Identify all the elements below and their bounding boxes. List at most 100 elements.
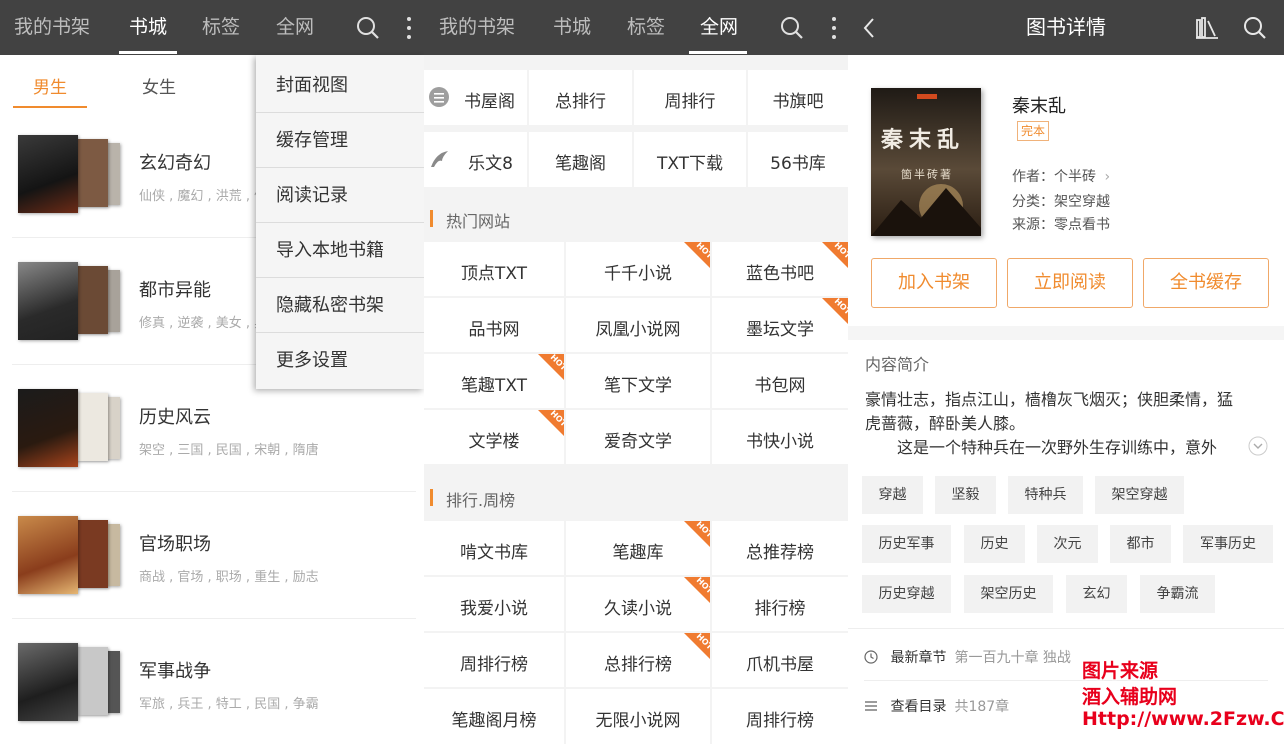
site-item[interactable]: TXT下载	[634, 132, 746, 187]
site-item[interactable]: 文学楼 HOT	[424, 410, 564, 464]
tag[interactable]: 历史	[964, 525, 1025, 563]
tag[interactable]: 历史军事	[862, 525, 951, 563]
site-item[interactable]: 蓝色书吧 HOT	[712, 242, 848, 296]
menu-item-cover-view[interactable]: 封面视图	[256, 58, 424, 113]
tag[interactable]: 穿越	[862, 476, 923, 514]
site-item[interactable]: 爱奇文学	[566, 410, 710, 464]
expand-chevron-icon[interactable]	[1248, 436, 1268, 456]
site-item[interactable]: 周排行	[634, 70, 746, 125]
hot-badge: HOT	[538, 354, 564, 380]
clock-icon	[864, 650, 878, 664]
category-row[interactable]: 官场职场 商战 , 官场 , 职场 , 重生 , 励志	[0, 492, 424, 619]
tag[interactable]: 争霸流	[1140, 575, 1215, 613]
hot-badge: HOT	[684, 521, 710, 547]
tag[interactable]: 历史穿越	[862, 575, 951, 613]
tab-my-shelf[interactable]: 我的书架	[439, 0, 515, 55]
author-row[interactable]: 作者：个半砖 ›	[1012, 166, 1110, 186]
book-cover: 秦末乱 箇半砖著	[871, 88, 981, 236]
category-title: 玄幻奇幻	[139, 153, 211, 174]
site-item[interactable]: 书旗吧	[748, 70, 848, 125]
category-covers	[18, 262, 120, 340]
site-item[interactable]: 品书网	[424, 298, 564, 352]
tag[interactable]: 架空历史	[964, 575, 1053, 613]
tag[interactable]: 架空穿越	[1095, 476, 1184, 514]
site-item[interactable]: 千千小说 HOT	[566, 242, 710, 296]
tab-bookstore[interactable]: 书城	[129, 0, 167, 55]
cache-all-button[interactable]: 全书缓存	[1143, 258, 1269, 308]
site-item[interactable]: 周排行榜	[712, 689, 848, 744]
latest-chapter-row[interactable]: 最新章节 第一百九十章 独战	[864, 647, 1071, 667]
site-item[interactable]: 爪机书屋	[712, 633, 848, 687]
search-icon[interactable]	[355, 15, 381, 41]
site-item[interactable]: 笔下文学	[566, 354, 710, 408]
tab-all-web[interactable]: 全网	[276, 0, 314, 55]
tab-my-shelf[interactable]: 我的书架	[14, 0, 90, 55]
tab-tags[interactable]: 标签	[627, 0, 665, 55]
site-item[interactable]: 56书库	[748, 132, 848, 187]
intro-title: 内容简介	[865, 355, 930, 374]
site-item[interactable]: 无限小说网	[566, 689, 710, 744]
more-vertical-icon[interactable]	[829, 15, 839, 41]
site-item[interactable]: 总推荐榜	[712, 521, 848, 575]
site-item[interactable]: 总排行榜 HOT	[566, 633, 710, 687]
tab-male[interactable]: 男生	[33, 73, 67, 98]
category-covers	[18, 135, 120, 213]
shuwuge-logo-icon	[429, 87, 449, 107]
tag[interactable]: 特种兵	[1008, 476, 1083, 514]
site-item[interactable]: 乐文8	[424, 132, 527, 187]
site-item[interactable]: 笔趣TXT HOT	[424, 354, 564, 408]
site-item[interactable]: 笔趣库 HOT	[566, 521, 710, 575]
category-row[interactable]: 军事战争 军旅 , 兵王 , 特工 , 民国 , 争霸	[0, 619, 424, 744]
hot-badge: HOT	[538, 410, 564, 436]
tag[interactable]: 玄幻	[1066, 575, 1127, 613]
more-vertical-icon[interactable]	[404, 15, 414, 41]
site-item[interactable]: 我爱小说	[424, 577, 564, 631]
search-icon[interactable]	[1242, 15, 1268, 41]
detail-top-bar: 图书详情	[848, 0, 1284, 55]
add-to-shelf-button[interactable]: 加入书架	[871, 258, 997, 308]
site-item[interactable]: 书包网	[712, 354, 848, 408]
site-item[interactable]: 书屋阁	[424, 70, 527, 125]
source-row: 来源：零点看书	[1012, 217, 1110, 233]
tab-tags[interactable]: 标签	[202, 0, 240, 55]
site-item[interactable]: 墨坛文学 HOT	[712, 298, 848, 352]
tab-female[interactable]: 女生	[142, 73, 176, 98]
site-item[interactable]: 周排行榜	[424, 633, 564, 687]
category-title: 历史风云	[139, 407, 211, 428]
site-item[interactable]: 凤凰小说网	[566, 298, 710, 352]
tab-all-web[interactable]: 全网	[700, 0, 738, 55]
menu-item-import-local[interactable]: 导入本地书籍	[256, 223, 424, 278]
hot-badge: HOT	[684, 242, 710, 268]
read-now-button[interactable]: 立即阅读	[1007, 258, 1133, 308]
tag[interactable]: 次元	[1037, 525, 1098, 563]
category-title: 官场职场	[139, 534, 211, 555]
hot-badge: HOT	[684, 633, 710, 659]
watermark-line: Http://www.2Fzw.Cn	[1082, 708, 1284, 730]
top-navigation-bar: 我的书架 书城 标签 全网	[0, 0, 424, 55]
menu-item-hide-private-shelf[interactable]: 隐藏私密书架	[256, 278, 424, 333]
lewen-logo-icon	[431, 151, 448, 167]
category-subtitle: 军旅 , 兵王 , 特工 , 民国 , 争霸	[139, 697, 319, 712]
site-item[interactable]: 顶点TXT	[424, 242, 564, 296]
tab-bookstore[interactable]: 书城	[553, 0, 591, 55]
category-title: 都市异能	[139, 280, 211, 301]
site-item[interactable]: 总排行	[529, 70, 632, 125]
library-icon[interactable]	[1194, 15, 1220, 41]
menu-item-cache-manage[interactable]: 缓存管理	[256, 113, 424, 168]
menu-item-more-settings[interactable]: 更多设置	[256, 333, 424, 388]
site-item[interactable]: 书快小说	[712, 410, 848, 464]
tag[interactable]: 军事历史	[1183, 525, 1273, 563]
category-covers	[18, 516, 120, 594]
site-item[interactable]: 久读小说 HOT	[566, 577, 710, 631]
tag[interactable]: 坚毅	[935, 476, 996, 514]
category-row: 分类：架空穿越	[1012, 194, 1110, 210]
search-icon[interactable]	[779, 15, 805, 41]
site-item[interactable]: 笔趣阁	[529, 132, 632, 187]
site-item[interactable]: 排行榜	[712, 577, 848, 631]
site-item[interactable]: 笔趣阁月榜	[424, 689, 564, 744]
menu-item-reading-history[interactable]: 阅读记录	[256, 168, 424, 223]
site-item[interactable]: 啃文书库	[424, 521, 564, 575]
hot-badge: HOT	[822, 298, 848, 324]
tag[interactable]: 都市	[1110, 525, 1171, 563]
table-of-contents-row[interactable]: 查看目录 共187章	[864, 696, 1009, 716]
